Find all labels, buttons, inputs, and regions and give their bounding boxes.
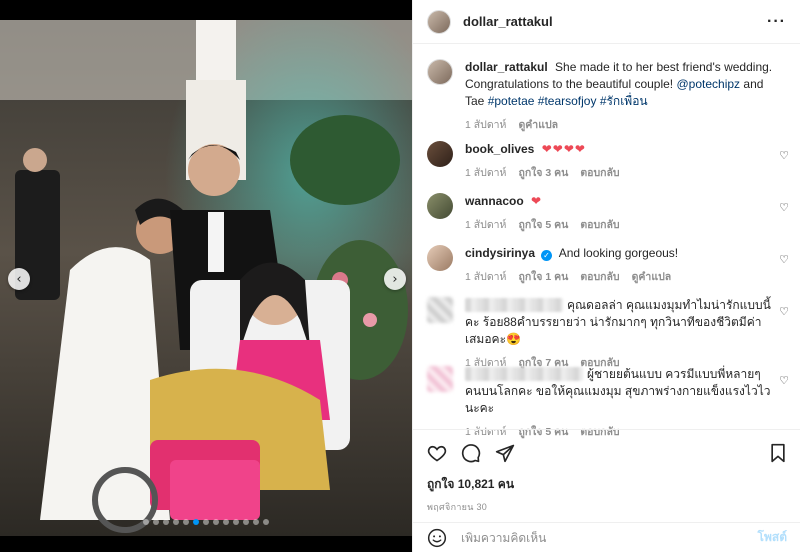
- reply-button[interactable]: ตอบกลับ: [580, 165, 619, 182]
- carousel-dot: [263, 519, 269, 525]
- reply-button[interactable]: ตอบกลับ: [580, 269, 619, 286]
- post-photo: [0, 20, 412, 536]
- comment-row: cindysirinya ✓ And looking gorgeous! 1 สั…: [427, 245, 789, 286]
- carousel-dot: [223, 519, 229, 525]
- comment-text: ❤: [531, 194, 543, 208]
- comment-text: ❤❤❤❤: [541, 142, 586, 156]
- reply-button[interactable]: ตอบกลับ: [580, 217, 619, 234]
- carousel-dot: [143, 519, 149, 525]
- comment-likes[interactable]: ถูกใจ 5 คน: [518, 217, 568, 234]
- avatar[interactable]: [427, 141, 453, 167]
- more-icon[interactable]: ···: [767, 13, 786, 31]
- avatar[interactable]: [427, 193, 453, 219]
- carousel-dot: [153, 519, 159, 525]
- next-photo-button[interactable]: ›: [384, 268, 406, 290]
- comment-time[interactable]: 1 สัปดาห์: [465, 269, 506, 286]
- carousel-dot: [253, 519, 259, 525]
- comment-time[interactable]: 1 สัปดาห์: [465, 217, 506, 234]
- carousel-indicator: [0, 519, 412, 525]
- post-comment-button[interactable]: โพสต์: [758, 528, 787, 547]
- emoji-icon[interactable]: [427, 528, 447, 548]
- carousel-dot: [163, 519, 169, 525]
- caption: dollar_rattakul She made it to her best …: [465, 59, 789, 134]
- post-sidebar: dollar_rattakul ··· dollar_rattakul She …: [412, 0, 800, 552]
- verified-badge-icon: ✓: [541, 250, 553, 261]
- caption-time[interactable]: 1 สัปดาห์: [465, 117, 506, 134]
- carousel-dot: [203, 519, 209, 525]
- comment-row: คุณดอลล่า คุณแมงมุมทำไมน่ารักแบบนี้คะ ร้…: [427, 297, 789, 372]
- post-header: dollar_rattakul ···: [413, 0, 800, 44]
- comment-row: wannacoo ❤ 1 สัปดาห์ ถูกใจ 5 คน ตอบกลับ …: [427, 193, 789, 234]
- like-comment-heart-icon[interactable]: ♡: [779, 253, 789, 266]
- post-author-username[interactable]: dollar_rattakul: [463, 14, 553, 29]
- comment-icon[interactable]: [461, 443, 481, 463]
- hashtag[interactable]: #potetae: [488, 94, 535, 108]
- hashtag[interactable]: #tearsofjoy: [538, 94, 597, 108]
- carousel-dot: [193, 519, 199, 525]
- like-comment-heart-icon[interactable]: ♡: [779, 305, 789, 318]
- comment-input[interactable]: [461, 530, 758, 545]
- avatar[interactable]: [427, 366, 453, 392]
- carousel-dot: [213, 519, 219, 525]
- post-date: พฤศจิกายน 30: [427, 502, 488, 512]
- comment-time[interactable]: 1 สัปดาห์: [465, 165, 506, 182]
- carousel-dot: [173, 519, 179, 525]
- blurred-username[interactable]: [465, 367, 583, 381]
- post-actions: ถูกใจ 10,821 คน พฤศจิกายน 30: [413, 429, 800, 514]
- comment-username[interactable]: cindysirinya: [465, 246, 535, 260]
- post-photo-panel: ‹ ›: [0, 0, 412, 552]
- add-comment-bar: โพสต์: [413, 522, 800, 552]
- comment-row: book_olives ❤❤❤❤ 1 สัปดาห์ ถูกใจ 3 คน ตอ…: [427, 141, 789, 182]
- comment-username[interactable]: book_olives: [465, 142, 534, 156]
- share-icon[interactable]: [495, 443, 515, 463]
- comment-likes[interactable]: ถูกใจ 3 คน: [518, 165, 568, 182]
- likes-count[interactable]: ถูกใจ 10,821 คน: [427, 475, 787, 494]
- comment-likes[interactable]: ถูกใจ 1 คน: [518, 269, 568, 286]
- blurred-username[interactable]: [465, 298, 563, 312]
- avatar[interactable]: [427, 297, 453, 323]
- like-comment-heart-icon[interactable]: ♡: [779, 374, 789, 387]
- caption-mention[interactable]: @potechipz: [677, 77, 741, 91]
- comment-username[interactable]: wannacoo: [465, 194, 524, 208]
- avatar[interactable]: [427, 9, 451, 34]
- caption-row: dollar_rattakul She made it to her best …: [427, 59, 789, 134]
- like-comment-heart-icon[interactable]: ♡: [779, 149, 789, 162]
- avatar[interactable]: [427, 59, 453, 85]
- see-translation-link[interactable]: ดูคำแปล: [632, 269, 672, 286]
- carousel-dot: [183, 519, 189, 525]
- carousel-dot: [243, 519, 249, 525]
- previous-photo-button[interactable]: ‹: [8, 268, 30, 290]
- avatar[interactable]: [427, 245, 453, 271]
- like-comment-heart-icon[interactable]: ♡: [779, 201, 789, 214]
- caption-username[interactable]: dollar_rattakul: [465, 60, 548, 74]
- carousel-dot: [233, 519, 239, 525]
- comment-text: And looking gorgeous!: [558, 246, 679, 260]
- heart-icon[interactable]: [427, 443, 447, 463]
- see-translation-link[interactable]: ดูคำแปล: [518, 117, 558, 134]
- bookmark-icon[interactable]: [769, 443, 787, 463]
- hashtag[interactable]: #รักเพื่อน: [600, 94, 648, 108]
